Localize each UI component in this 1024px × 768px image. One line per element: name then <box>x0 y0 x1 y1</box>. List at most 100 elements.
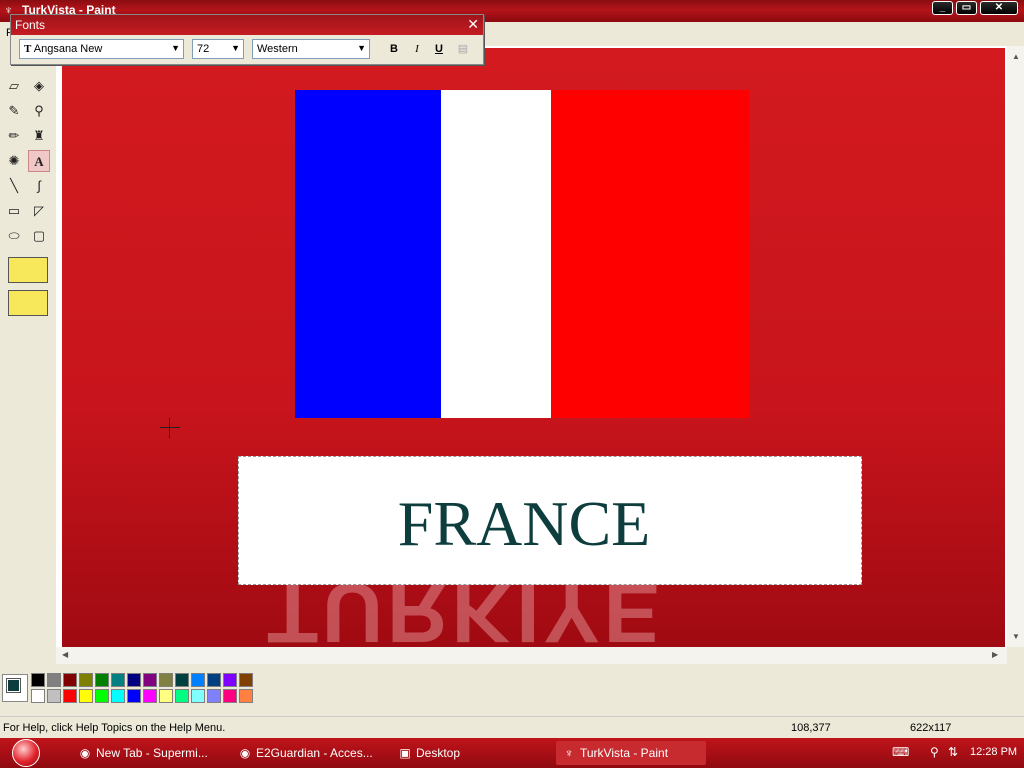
text-tool-icon[interactable]: A <box>28 150 50 172</box>
fonts-close-icon[interactable]: ✕ <box>467 16 479 32</box>
taskbar-item-active[interactable]: ♆ TurkVista - Paint <box>556 741 706 765</box>
browser-icon: ◉ <box>79 746 91 760</box>
curve-tool-icon[interactable]: ∫ <box>28 175 50 197</box>
color-swatch[interactable] <box>111 689 125 703</box>
taskbar-item[interactable]: ◉ New Tab - Supermi... <box>78 741 226 765</box>
status-bar: For Help, click Help Topics on the Help … <box>0 716 1024 738</box>
color-swatch[interactable] <box>111 673 125 687</box>
polygon-tool-icon[interactable]: ◸ <box>28 200 50 222</box>
ellipse-tool-icon[interactable]: ⬭ <box>3 225 25 247</box>
color-swatch[interactable] <box>223 689 237 703</box>
fonts-toolbar-title: Fonts <box>15 18 46 32</box>
color-swatch[interactable] <box>79 673 93 687</box>
color-swatch[interactable] <box>191 689 205 703</box>
color-swatch[interactable] <box>239 673 253 687</box>
vertical-scrollbar[interactable]: ▲ ▼ <box>1007 46 1024 647</box>
scroll-left-icon[interactable]: ◀ <box>62 650 68 659</box>
desktop-icon: ▣ <box>399 746 411 760</box>
color-swatch[interactable] <box>79 689 93 703</box>
color-swatch[interactable] <box>143 689 157 703</box>
brush-tool-icon[interactable]: ♜ <box>28 125 50 147</box>
country-text: FRANCE <box>397 488 651 559</box>
color-swatch[interactable] <box>63 689 77 703</box>
underline-button[interactable]: U <box>430 41 448 57</box>
drawing-canvas[interactable]: TURKIYE FRANCE <box>62 48 1005 647</box>
color-swatch[interactable] <box>31 689 45 703</box>
rounded-rectangle-tool-icon[interactable]: ▢ <box>28 225 50 247</box>
chevron-down-icon: ▼ <box>171 43 180 53</box>
font-name-value: Angsana New <box>33 43 103 55</box>
status-selection-size: 622x117 <box>910 722 952 734</box>
foreground-color <box>6 678 21 693</box>
browser-icon: ◉ <box>239 746 251 760</box>
color-swatch[interactable] <box>223 673 237 687</box>
crosshair-cursor-icon <box>160 418 180 438</box>
close-button[interactable]: ✕ <box>980 1 1018 15</box>
fill-tool-icon[interactable]: ◈ <box>28 75 50 97</box>
scroll-up-icon[interactable]: ▲ <box>1012 52 1020 61</box>
eraser-tool-icon[interactable]: ▱ <box>3 75 25 97</box>
taskbar-item[interactable]: ▣ Desktop <box>398 741 546 765</box>
color-swatch[interactable] <box>159 689 173 703</box>
color-swatch[interactable] <box>207 689 221 703</box>
maximize-button[interactable]: ▭ <box>956 1 977 15</box>
line-tool-icon[interactable]: ╲ <box>3 175 25 197</box>
keyboard-icon[interactable]: ⌨ <box>892 745 909 759</box>
font-size-value: 72 <box>197 43 210 55</box>
color-swatch[interactable] <box>239 689 253 703</box>
horizontal-scrollbar[interactable]: ◀ ▶ <box>56 647 1007 664</box>
color-swatch[interactable] <box>143 673 157 687</box>
status-help-text: For Help, click Help Topics on the Help … <box>3 722 226 734</box>
color-swatch[interactable] <box>175 689 189 703</box>
italic-button[interactable]: I <box>408 41 426 57</box>
airbrush-tool-icon[interactable]: ✺ <box>3 150 25 172</box>
taskbar-item[interactable]: ◉ E2Guardian - Acces... <box>238 741 386 765</box>
color-swatch[interactable] <box>191 673 205 687</box>
fonts-toolbar-title-bar[interactable]: Fonts ✕ <box>11 15 483 35</box>
pencil-tool-icon[interactable]: ✏ <box>3 125 25 147</box>
chevron-down-icon: ▼ <box>357 43 366 53</box>
color-box <box>0 664 1024 712</box>
search-icon[interactable]: ⚲ <box>930 745 939 759</box>
scroll-down-icon[interactable]: ▼ <box>1012 632 1020 641</box>
start-button[interactable] <box>8 738 48 768</box>
color-swatch[interactable] <box>175 673 189 687</box>
flag-blue-stripe <box>295 90 441 418</box>
chevron-down-icon: ▼ <box>231 43 240 53</box>
magnifier-tool-icon[interactable]: ⚲ <box>28 100 50 122</box>
current-colors[interactable] <box>2 674 28 702</box>
script-value: Western <box>257 43 298 55</box>
color-swatch[interactable] <box>47 673 61 687</box>
color-swatch[interactable] <box>207 673 221 687</box>
paint-icon: ♆ <box>564 746 574 760</box>
color-swatch[interactable] <box>95 689 109 703</box>
start-orb-icon <box>12 739 40 767</box>
script-select[interactable]: Western ▼ <box>252 39 370 59</box>
bold-button[interactable]: B <box>385 41 403 57</box>
network-icon[interactable]: ⇅ <box>948 745 958 759</box>
transparent-background-option-icon[interactable] <box>8 290 48 316</box>
color-picker-tool-icon[interactable]: ✎ <box>3 100 25 122</box>
fonts-toolbar: Fonts ✕ T Angsana New ▼ 72 ▼ Western ▼ B… <box>10 14 484 65</box>
font-size-select[interactable]: 72 ▼ <box>192 39 244 59</box>
vertical-text-icon[interactable]: ▤ <box>454 41 472 57</box>
color-swatch[interactable] <box>127 689 141 703</box>
text-selection-box[interactable]: FRANCE <box>238 456 862 585</box>
minimize-button[interactable]: _ <box>932 1 953 15</box>
status-coordinates: 108,377 <box>791 722 831 734</box>
color-swatch[interactable] <box>127 673 141 687</box>
font-name-select[interactable]: T Angsana New ▼ <box>19 39 184 59</box>
color-swatch[interactable] <box>159 673 173 687</box>
color-swatch[interactable] <box>63 673 77 687</box>
color-swatch[interactable] <box>31 673 45 687</box>
color-swatch[interactable] <box>47 689 61 703</box>
flag-white-stripe <box>441 90 551 418</box>
toolbox: ▱ ◈ ✎ ⚲ ✏ ♜ ✺ A ╲ ∫ ▭ ◸ ⬭ ▢ <box>0 65 56 712</box>
clock: 12:28 PM <box>970 746 1018 758</box>
flag-red-stripe <box>551 90 749 418</box>
opaque-background-option-icon[interactable] <box>8 257 48 283</box>
rectangle-tool-icon[interactable]: ▭ <box>3 200 25 222</box>
scroll-right-icon[interactable]: ▶ <box>992 650 998 659</box>
color-swatch[interactable] <box>95 673 109 687</box>
flag-image <box>295 90 749 418</box>
